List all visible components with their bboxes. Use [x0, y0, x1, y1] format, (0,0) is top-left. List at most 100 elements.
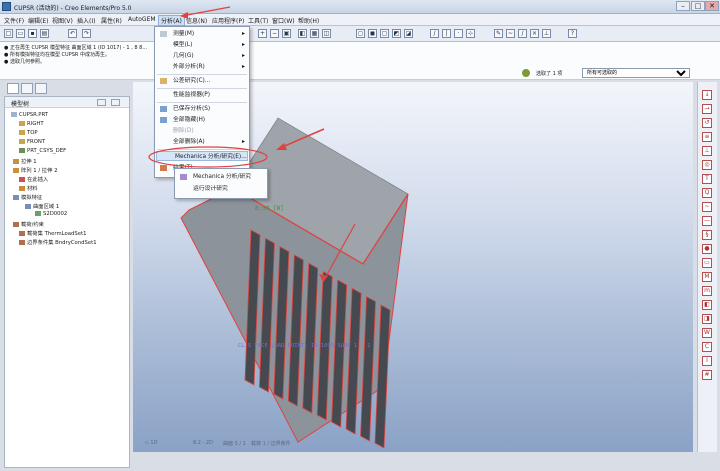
tree-item[interactable]: 在此插入 [19, 175, 48, 183]
beam-icon[interactable]: — [702, 216, 712, 226]
submenu-item-run-design-study[interactable]: 运行设计研究 [175, 184, 267, 194]
close-button[interactable]: ✕ [705, 1, 719, 11]
no-hidden-icon[interactable]: ▢ [380, 29, 389, 38]
menu-help[interactable]: 帮助(H) [298, 16, 319, 25]
menu-window[interactable]: 窗口(W) [272, 16, 295, 25]
undo-icon[interactable]: ↶ [68, 29, 77, 38]
menu-item-external-analysis[interactable]: 外部分析(R) ▸ [155, 62, 249, 72]
menu-tools[interactable]: 工具(T) [248, 16, 268, 25]
insert-here-icon [19, 177, 25, 182]
view-orient-icon[interactable]: ◧ [298, 29, 307, 38]
tree-item[interactable]: 载荷/约束 [13, 220, 44, 228]
force-icon[interactable]: → [702, 104, 712, 114]
tree-item[interactable]: 载荷集 ThermLoadSet1 [19, 229, 86, 237]
volume-region-icon[interactable]: ◨ [702, 314, 712, 324]
shell-icon[interactable]: ▭ [702, 258, 712, 268]
datum-curve-icon[interactable]: ~ [506, 29, 515, 38]
csys-icon[interactable]: ⊹ [466, 29, 475, 38]
sketch-icon[interactable]: ✎ [494, 29, 503, 38]
spring-icon[interactable]: § [702, 230, 712, 240]
tree-item[interactable]: RIGHT [19, 121, 44, 127]
zoom-in-icon[interactable]: + [258, 29, 267, 38]
csys-display-icon[interactable]: ⊥ [542, 29, 551, 38]
measure-icon [160, 31, 167, 37]
folder-browser-tab-icon[interactable] [21, 83, 33, 94]
menu-edit[interactable]: 编辑(E) [28, 16, 48, 25]
menu-item-geometry[interactable]: 几何(G) ▸ [155, 51, 249, 61]
wireframe-icon[interactable]: ◻ [356, 29, 365, 38]
menu-item-measure[interactable]: 测量(M) ▸ [155, 29, 249, 39]
menu-autogem[interactable]: AutoGEM [128, 16, 156, 23]
redo-icon[interactable]: ↷ [82, 29, 91, 38]
tree-item[interactable]: FRONT [19, 139, 45, 145]
menu-view[interactable]: 视图(V) [52, 16, 73, 25]
constraint-icon[interactable]: ⊥ [702, 146, 712, 156]
material-assign-icon[interactable]: m [702, 286, 712, 296]
mass-icon[interactable]: ● [702, 244, 712, 254]
datum-point-icon[interactable]: · [454, 29, 463, 38]
menu-item-saved-analysis[interactable]: 已保存分析(S) [155, 104, 249, 114]
bearing-icon[interactable]: ◎ [702, 160, 712, 170]
saved-views-icon[interactable]: ▦ [310, 29, 319, 38]
contact-icon[interactable]: C [702, 342, 712, 352]
tree-item[interactable]: 材料 [19, 184, 38, 192]
new-file-icon[interactable]: □ [4, 29, 13, 38]
model-tree-tab-icon[interactable] [7, 83, 19, 94]
tree-item[interactable]: S2D0002 [35, 211, 67, 217]
tree-settings-icon[interactable] [97, 99, 106, 106]
menu-file[interactable]: 文件(F) [4, 16, 24, 25]
tree-item[interactable]: 曲面区域 1 [25, 202, 59, 210]
menu-properties[interactable]: 属性(R) [101, 16, 122, 25]
model-tree-header: 模型树 [5, 97, 129, 108]
status-bar: ◇ 1D 8.2 - 2D 曲面 5 / 1 载荷 1 / 边界条件 [133, 436, 693, 450]
minimize-button[interactable]: – [676, 1, 690, 11]
heat-load-icon[interactable]: Q [702, 188, 712, 198]
temperature-icon[interactable]: T [702, 174, 712, 184]
submenu-item-mechanica-analysis[interactable]: Mechanica 分析/研究 [175, 172, 267, 182]
convection-icon[interactable]: ~ [702, 202, 712, 212]
menu-item-hide-all[interactable]: 全部隐藏(H) [155, 115, 249, 125]
tree-item[interactable]: CUPSR.PRT [11, 112, 48, 118]
tree-item[interactable]: TOP [19, 130, 38, 136]
mechanica-submenu: Mechanica 分析/研究 运行设计研究 [174, 168, 268, 199]
status-item: 8.2 - 2D [193, 440, 213, 446]
favorites-tab-icon[interactable] [35, 83, 47, 94]
menu-item-performance-monitor[interactable]: 性能监视器(P) [155, 90, 249, 100]
maximize-button[interactable]: □ [691, 1, 705, 11]
mesh-icon[interactable]: # [702, 370, 712, 380]
menu-item-tolerance-study[interactable]: 公差研究(C)... [155, 76, 249, 86]
axis-icon[interactable]: / [518, 29, 527, 38]
selection-filter: 选取了 1 项 所有可选取的 [522, 68, 692, 79]
filter-select[interactable]: 所有可选取的 [582, 68, 690, 78]
tree-show-icon[interactable] [111, 99, 120, 106]
moment-icon[interactable]: ↺ [702, 118, 712, 128]
weld-icon[interactable]: W [702, 328, 712, 338]
sketch-icon [35, 211, 41, 216]
zoom-out-icon[interactable]: − [270, 29, 279, 38]
tree-item[interactable]: PRT_CSYS_DEF [19, 148, 66, 154]
menu-insert[interactable]: 插入(I) [77, 16, 95, 25]
tree-item[interactable]: 模拟特征 [13, 193, 42, 201]
pressure-icon[interactable]: ≡ [702, 132, 712, 142]
menu-item-model[interactable]: 模型(L) ▸ [155, 40, 249, 50]
datum-plane-icon[interactable]: / [430, 29, 439, 38]
enhanced-realism-icon[interactable]: ◪ [404, 29, 413, 38]
hidden-line-icon[interactable]: ◼ [368, 29, 377, 38]
load-icon[interactable]: ↓ [702, 90, 712, 100]
material-icon[interactable]: M [702, 272, 712, 282]
print-icon[interactable]: ▤ [40, 29, 49, 38]
idealization-icon[interactable]: I [702, 356, 712, 366]
save-icon[interactable]: ▪ [28, 29, 37, 38]
tree-item[interactable]: 阵列 1 / 拉伸 2 [13, 166, 57, 174]
shading-icon[interactable]: ◩ [392, 29, 401, 38]
open-icon[interactable]: ▭ [16, 29, 25, 38]
repaint-icon[interactable]: ◫ [322, 29, 331, 38]
datum-axis-icon[interactable]: | [442, 29, 451, 38]
tree-item[interactable]: 边界条件集 BndryCondSet1 [19, 238, 97, 246]
help-icon[interactable]: ? [568, 29, 577, 38]
refit-icon[interactable]: ▣ [282, 29, 291, 38]
sim-feature-icon [13, 195, 19, 200]
tree-item[interactable]: 拉伸 1 [13, 157, 37, 165]
point-icon[interactable]: × [530, 29, 539, 38]
surface-region-icon[interactable]: ◧ [702, 300, 712, 310]
